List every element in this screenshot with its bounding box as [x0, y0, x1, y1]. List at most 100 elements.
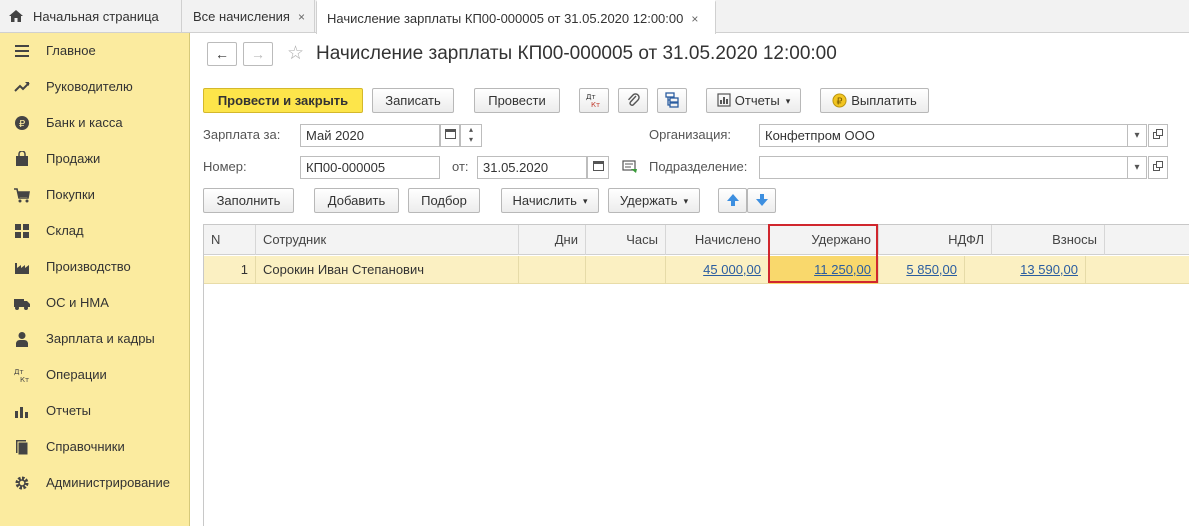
sidebar-item-warehouse[interactable]: Склад — [0, 213, 190, 249]
ruble-coin-icon: ₽ — [832, 93, 847, 108]
comment-icon[interactable] — [622, 160, 638, 177]
pay-label: Выплатить — [851, 93, 917, 108]
sidebar-item-fixed-assets[interactable]: ОС и НМА — [0, 285, 190, 321]
column-header-contributions[interactable]: Взносы — [992, 225, 1105, 255]
sidebar-item-label: ОС и НМА — [46, 295, 109, 310]
grid-icon — [15, 224, 29, 238]
cell-accrued[interactable]: 45 000,00 — [666, 256, 769, 284]
open-window-icon — [1153, 161, 1163, 171]
ndfl-link[interactable]: 5 850,00 — [906, 262, 957, 277]
calendar-icon — [444, 129, 456, 139]
move-up-button[interactable] — [718, 188, 747, 213]
post-button[interactable]: Провести — [474, 88, 560, 113]
dt-kt-button[interactable]: Дт Кт — [579, 88, 609, 113]
cell-ndfl[interactable]: 5 850,00 — [879, 256, 965, 284]
calendar-button[interactable] — [440, 124, 460, 147]
ruble-coin-icon: ₽ — [15, 116, 29, 130]
cell-employee[interactable]: Сорокин Иван Степанович — [256, 256, 519, 284]
column-header-withheld[interactable]: Удержано — [769, 225, 879, 255]
sidebar-item-salary-hr[interactable]: Зарплата и кадры — [0, 321, 190, 357]
accrued-link[interactable]: 45 000,00 — [703, 262, 761, 277]
sidebar-item-main[interactable]: Главное — [0, 33, 190, 69]
contributions-link[interactable]: 13 590,00 — [1020, 262, 1078, 277]
column-header-employee[interactable]: Сотрудник — [256, 225, 519, 255]
arrow-left-icon: ← — [215, 46, 229, 62]
tab-current-document-label: Начисление зарплаты КП00-000005 от 31.05… — [327, 11, 684, 26]
calendar-icon — [592, 161, 604, 171]
sidebar-item-label: Справочники — [46, 439, 125, 454]
table-row[interactable]: 1 Сорокин Иван Степанович 45 000,00 11 2… — [204, 256, 1189, 284]
organization-open-button[interactable] — [1148, 124, 1168, 147]
tab-current-document[interactable]: Начисление зарплаты КП00-000005 от 31.05… — [316, 0, 716, 34]
number-field[interactable]: КП00-000005 — [300, 156, 440, 179]
stepper-up-icon: ▴ — [468, 125, 473, 134]
back-button[interactable]: ← — [207, 42, 237, 66]
cell-days[interactable] — [519, 256, 586, 284]
arrow-up-icon — [726, 194, 739, 206]
sidebar-item-bank[interactable]: ₽ Банк и касса — [0, 105, 190, 141]
truck-icon — [14, 299, 30, 310]
cell-contributions[interactable]: 13 590,00 — [965, 256, 1086, 284]
column-header-accrued[interactable]: Начислено — [666, 225, 769, 255]
sidebar-item-reports[interactable]: Отчеты — [0, 393, 190, 429]
withheld-link[interactable]: 11 250,00 — [814, 262, 871, 277]
sidebar-item-production[interactable]: Производство — [0, 249, 190, 285]
attach-button[interactable] — [618, 88, 648, 113]
accrue-menu-button[interactable]: Начислить ▾ — [501, 188, 599, 213]
department-open-button[interactable] — [1148, 156, 1168, 179]
department-dropdown-button[interactable]: ▾ — [1127, 156, 1147, 179]
sidebar-item-directories[interactable]: Справочники — [0, 429, 190, 465]
close-icon[interactable]: × — [691, 12, 698, 26]
sidebar-item-label: Покупки — [46, 187, 95, 202]
stepper-down-icon: ▾ — [468, 135, 473, 144]
cell-withheld[interactable]: 11 250,00 — [769, 256, 879, 284]
svg-text:Кт: Кт — [591, 101, 600, 109]
forward-button[interactable]: → — [243, 42, 273, 66]
date-field[interactable]: 31.05.2020 — [477, 156, 587, 179]
tab-home[interactable]: Начальная страница — [0, 0, 182, 33]
svg-text:₽: ₽ — [837, 96, 843, 107]
dt-kt-icon: ДтКт — [14, 368, 29, 383]
organization-field[interactable]: Конфетпром ООО — [759, 124, 1128, 147]
sidebar-item-operations[interactable]: Дт Кт Операции — [0, 357, 190, 393]
sidebar-item-label: Зарплата и кадры — [46, 331, 155, 346]
sidebar-item-label: Продажи — [46, 151, 101, 166]
column-header-days[interactable]: Дни — [519, 225, 586, 255]
structure-button[interactable] — [657, 88, 687, 113]
sidebar-item-administration[interactable]: Администрирование — [0, 465, 190, 501]
column-header-hours[interactable]: Часы — [586, 225, 666, 255]
sidebar-item-label: Производство — [46, 259, 131, 274]
sidebar-item-manager[interactable]: Руководителю — [0, 69, 190, 105]
column-header-n[interactable]: N — [204, 225, 256, 255]
sidebar-item-label: Администрирование — [46, 475, 170, 490]
fill-button[interactable]: Заполнить — [203, 188, 294, 213]
sidebar-item-label: Главное — [46, 43, 96, 58]
save-button[interactable]: Записать — [372, 88, 454, 113]
withhold-menu-button[interactable]: Удержать ▾ — [608, 188, 700, 213]
factory-icon — [15, 263, 29, 274]
sidebar-item-purchases[interactable]: Покупки — [0, 177, 190, 213]
favorite-star-icon[interactable]: ☆ — [287, 43, 304, 65]
sidebar-item-sales[interactable]: Продажи — [0, 141, 190, 177]
salary-for-field[interactable]: Май 2020 — [300, 124, 440, 147]
tab-bar: Начальная страница Все начисления × Начис… — [0, 0, 1189, 34]
move-down-button[interactable] — [747, 188, 776, 213]
date-calendar-button[interactable] — [587, 156, 609, 179]
structure-icon — [665, 92, 679, 108]
pay-button[interactable]: ₽ Выплатить — [820, 88, 929, 113]
close-icon[interactable]: × — [298, 10, 305, 24]
add-button[interactable]: Добавить — [314, 188, 399, 213]
pick-button[interactable]: Подбор — [408, 188, 480, 213]
tab-all-accruals[interactable]: Все начисления × — [183, 0, 315, 33]
post-and-close-button[interactable]: Провести и закрыть — [203, 88, 363, 113]
report-icon — [717, 93, 731, 107]
reports-menu-button[interactable]: Отчеты ▾ — [706, 88, 801, 113]
organization-dropdown-button[interactable]: ▾ — [1127, 124, 1147, 147]
cell-hours[interactable] — [586, 256, 666, 284]
withhold-label: Удержать — [619, 193, 678, 208]
sidebar-item-label: Банк и касса — [46, 115, 123, 130]
department-field[interactable] — [759, 156, 1128, 179]
column-header-ndfl[interactable]: НДФЛ — [879, 225, 992, 255]
month-stepper[interactable]: ▴ ▾ — [460, 124, 482, 147]
table-header: N Сотрудник Дни Часы Начислено Удержано … — [204, 225, 1189, 255]
